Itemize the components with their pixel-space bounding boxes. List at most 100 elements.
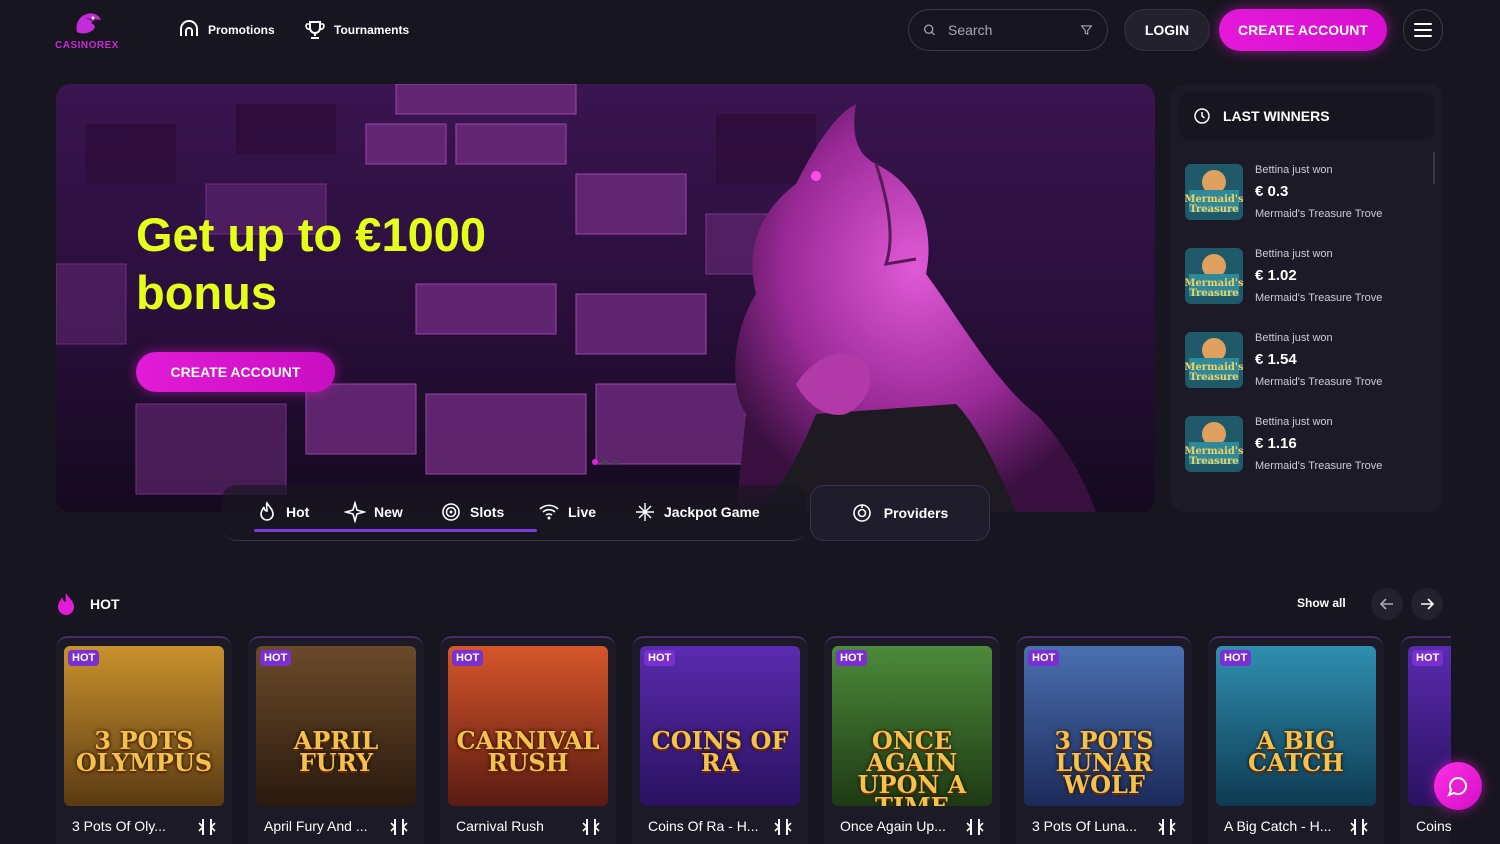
game-art-title: C (1408, 730, 1451, 752)
logo-wordmark: CASINOREX (55, 40, 119, 51)
carousel-dot[interactable] (592, 459, 598, 465)
game-card[interactable]: 3 POTS OLYMPUS HOT 3 Pots Of Oly... (56, 636, 232, 844)
scroll-right-button[interactable] (1411, 588, 1443, 620)
game-art-title: CARNIVAL RUSH (456, 726, 600, 777)
winner-item[interactable]: Mermaid's Treasure Bettina just won € 0.3… (1185, 164, 1425, 230)
scroll-left-button[interactable] (1371, 588, 1403, 620)
hero-banner[interactable]: Get up to €1000 bonus CREATE ACCOUNT (56, 84, 1155, 512)
hot-section-title: HOT (56, 592, 120, 616)
nav-promotions-label: Promotions (208, 23, 275, 37)
tab-jackpot-label: Jackpot Game (664, 504, 760, 520)
nav-tournaments[interactable]: Tournaments (304, 18, 409, 42)
fire-icon (58, 593, 74, 615)
game-name: Once Again Up... (840, 818, 946, 834)
winner-item[interactable]: Mermaid's Treasure Bettina just won € 1.1… (1185, 416, 1425, 482)
tab-new-label: New (374, 504, 403, 520)
svg-text:Treasure: Treasure (1189, 372, 1238, 383)
winner-amount: € 1.16 (1255, 435, 1297, 452)
carousel-dot[interactable] (602, 459, 608, 465)
chat-button[interactable] (1434, 762, 1482, 810)
last-winners-title: LAST WINNERS (1223, 108, 1330, 124)
hot-badge: HOT (1220, 650, 1252, 666)
menu-button[interactable] (1403, 9, 1443, 51)
provider-logo-icon (966, 819, 984, 835)
game-thumbnail: A BIG CATCH HOT (1216, 646, 1376, 806)
tab-live-label: Live (568, 504, 597, 520)
hero-create-account-button[interactable]: CREATE ACCOUNT (136, 352, 335, 392)
tab-jackpot-game[interactable]: Jackpot Game (634, 498, 760, 526)
clock-icon (1194, 108, 1210, 124)
sparkle-icon (344, 501, 366, 523)
tab-live[interactable]: Live (538, 498, 596, 526)
svg-text:Treasure: Treasure (1189, 204, 1238, 215)
tab-hot-label: Hot (286, 504, 310, 520)
tab-new[interactable]: New (344, 498, 403, 526)
winner-game: Mermaid's Treasure Trove (1255, 376, 1383, 388)
game-thumbnail: 3 POTS LUNAR WOLF HOT (1024, 646, 1184, 806)
game-thumbnail: COINS OF RA HOT (640, 646, 800, 806)
search-input[interactable] (948, 22, 1068, 38)
casinorex-logo[interactable]: CASINOREX (55, 10, 121, 52)
providers-button[interactable]: Providers (810, 485, 990, 541)
hot-badge: HOT (1412, 650, 1444, 666)
game-card[interactable]: A BIG CATCH HOT A Big Catch - H... (1208, 636, 1384, 844)
promotions-icon (180, 20, 198, 36)
winner-item[interactable]: Mermaid's Treasure Bettina just won € 1.5… (1185, 332, 1425, 398)
providers-label: Providers (883, 505, 949, 521)
hot-badge: HOT (836, 650, 868, 666)
nav-promotions[interactable]: Promotions (178, 18, 275, 42)
winner-amount: € 1.02 (1255, 267, 1297, 284)
provider-logo-icon (1350, 819, 1368, 835)
game-thumbnail: CARNIVAL RUSH HOT (448, 646, 608, 806)
fire-icon (260, 501, 274, 521)
trophy-icon (305, 21, 325, 39)
hot-badge: HOT (260, 650, 292, 666)
provider-logo-icon (774, 819, 792, 835)
game-card[interactable]: COINS OF RA HOT Coins Of Ra - H... (632, 636, 808, 844)
carousel-dots (592, 459, 618, 465)
game-card[interactable]: APRIL FURY HOT April Fury And ... (248, 636, 424, 844)
game-name: Coins Of Ra - H... (648, 818, 759, 834)
tab-hot[interactable]: Hot (256, 498, 309, 526)
winner-item[interactable]: Mermaid's Treasure Bettina just won € 1.0… (1185, 248, 1425, 314)
winner-name: Bettina just won (1255, 332, 1333, 344)
hot-section-label: HOT (90, 596, 120, 612)
mermaids-treasure-thumbnail: Mermaid's Treasure (1185, 164, 1243, 220)
category-tabs: Hot New Slots Live Jackpot Game (222, 485, 807, 541)
dino-logo-icon (76, 13, 101, 34)
jackpot-icon (636, 503, 654, 521)
create-account-button[interactable]: CREATE ACCOUNT (1219, 9, 1387, 51)
provider-logo-icon (1158, 819, 1176, 835)
top-header: CASINOREX Promotions Tournaments LOGIN C… (0, 0, 1500, 62)
game-thumbnail: APRIL FURY HOT (256, 646, 416, 806)
show-all-link[interactable]: Show all (1297, 596, 1346, 610)
carousel-dot[interactable] (612, 459, 618, 465)
game-card[interactable]: CARNIVAL RUSH HOT Carnival Rush (440, 636, 616, 844)
hamburger-icon (1414, 23, 1432, 37)
game-name: 3 Pots Of Luna... (1032, 818, 1138, 834)
arrow-left-icon (1379, 598, 1393, 610)
svg-text:Treasure: Treasure (1189, 288, 1238, 299)
game-card[interactable]: 3 POTS LUNAR WOLF HOT 3 Pots Of Luna... (1016, 636, 1192, 844)
game-thumbnail: ONCE AGAIN UPON A TIME HOT (832, 646, 992, 806)
active-tab-indicator (254, 529, 537, 532)
hot-games-row: 3 POTS OLYMPUS HOT 3 Pots Of Oly... APRIL F… (56, 636, 1451, 844)
search-icon (923, 24, 935, 36)
tab-slots[interactable]: Slots (440, 498, 504, 526)
tab-slots-label: Slots (470, 504, 505, 520)
game-card[interactable]: ONCE AGAIN UPON A TIME HOT Once Again Up..… (824, 636, 1000, 844)
filter-icon[interactable] (1080, 22, 1093, 38)
winner-name: Bettina just won (1255, 248, 1333, 260)
last-winners-panel: LAST WINNERS Mermaid's Treasure Bettina j… (1171, 84, 1443, 512)
game-art-title: APRIL FURY (293, 726, 379, 777)
wifi-icon (539, 504, 559, 520)
winner-game: Mermaid's Treasure Trove (1255, 292, 1383, 304)
winner-name: Bettina just won (1255, 164, 1333, 176)
winner-game: Mermaid's Treasure Trove (1255, 208, 1383, 220)
mermaids-treasure-thumbnail: Mermaid's Treasure (1185, 332, 1243, 388)
mermaids-treasure-thumbnail: Mermaid's Treasure (1185, 416, 1243, 472)
winners-scrollbar[interactable] (1433, 152, 1435, 184)
game-card[interactable]: C HOT Coins (1400, 636, 1451, 844)
login-button[interactable]: LOGIN (1124, 9, 1210, 51)
search-bar[interactable] (908, 9, 1108, 51)
